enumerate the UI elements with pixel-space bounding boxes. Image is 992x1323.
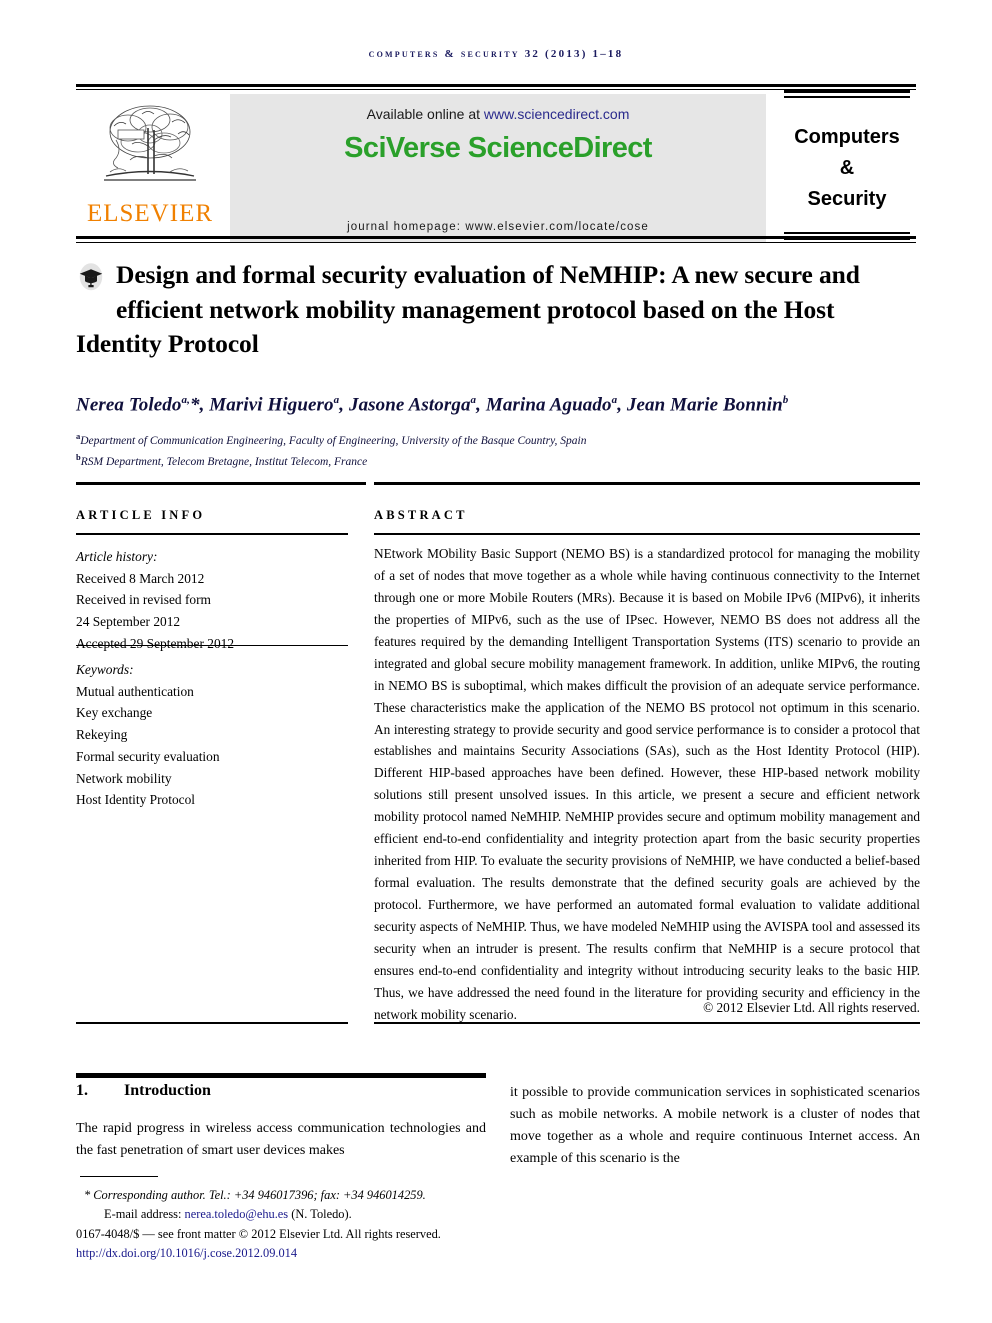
list-item: 24 September 2012 [76,614,181,630]
article-history-list: Received 8 March 2012 Received in revised… [76,568,358,655]
masthead-rule-bottom [76,236,916,239]
graduation-cap-icon [79,263,103,291]
abstract-copyright: © 2012 Elsevier Ltd. All rights reserved… [703,1000,920,1015]
list-item: Network mobility [76,770,172,786]
list-item: Received 8 March 2012 [76,570,205,586]
journal-name-line-1: Computers [794,125,900,148]
email-suffix: (N. Toledo). [288,1206,352,1221]
article-info-rule-top [76,482,366,485]
journal-title-box: Computers & Security [778,90,916,242]
body-column-right: it possible to provide communication ser… [510,1085,920,1167]
email-address-link[interactable]: nerea.toledo@ehu.es [185,1207,289,1221]
corresponding-author-note: * Corresponding author. Tel.: +34 946017… [84,1188,426,1202]
running-head: Computers & Security 32 (2013) 1–18 [368,48,624,60]
section-number: 1. [76,1082,88,1099]
article-info-rule-mid [76,645,348,647]
issn-copyright-line: 0167-4048/$ — see front matter © 2012 El… [76,1226,441,1241]
journal-box-rule-bottom-thin [784,232,910,234]
abstract-rule-top [374,482,920,485]
affiliation-b-text: RSM Department, Telecom Bretagne, Instit… [80,455,368,468]
list-item: Rekeying [76,727,128,743]
doi-link[interactable]: http://dx.doi.org/10.1016/j.cose.2012.09… [76,1244,546,1263]
page-footer: * Corresponding author. Tel.: +34 946017… [76,1186,546,1262]
sciverse-word: SciVerse [344,132,461,164]
keywords-list: Mutual authentication Key exchange Rekeyin… [76,681,358,811]
list-item: Received in revised form [76,592,211,608]
list-item: Accepted 29 September 2012 [76,635,235,651]
available-online-line: Available online at www.sciencedirect.co… [367,106,630,122]
masthead-rule-top [76,84,916,87]
affiliation-a-text: Department of Communication Engineering,… [80,434,587,447]
article-info-rule-bottom [76,1022,348,1024]
journal-name-line-3: Security [807,187,887,210]
abstract-text: NEtwork MObility Basic Support (NEMO BS)… [374,546,920,1022]
sciencedirect-url[interactable]: www.sciencedirect.com [484,106,630,122]
affiliation-b: bRSM Department, Telecom Bretagne, Insti… [76,451,921,472]
article-info-heading: ARTICLE INFO [76,508,206,522]
list-item: Host Identity Protocol [76,792,196,808]
author-list: Nerea Toledoa,*, Marivi Higueroa, Jasone… [76,394,789,416]
sciencedirect-word: ScienceDirect [467,132,653,164]
footnote-rule [80,1176,158,1178]
sciverse-sciencedirect-logo: SciVerse ScienceDirect [344,132,652,165]
email-line: E-mail address: nerea.toledo@ehu.es (N. … [76,1205,546,1224]
list-item: Mutual authentication [76,683,194,699]
page-title: Design and formal security evaluation of… [76,260,860,359]
section-rule [76,1073,486,1078]
journal-masthead: ELSEVIER Available online at www.science… [76,84,916,243]
elsevier-tree-icon [104,105,196,181]
list-item: Key exchange [76,705,153,721]
elsevier-wordmark: ELSEVIER [86,200,214,227]
keywords-block: Keywords: Mutual authentication Key excha… [76,659,358,811]
section-heading: 1. Introduction [76,1082,486,1100]
sciencedirect-banner: Available online at www.sciencedirect.co… [230,94,766,242]
email-label: E-mail address: [104,1206,185,1221]
affiliation-a: aDepartment of Communication Engineering… [76,430,921,451]
abstract-rule-under [374,533,920,535]
masthead-rule-bottom-thin [76,242,916,243]
journal-box-rule-top-thin [784,96,910,98]
keywords-label: Keywords: [76,662,134,677]
journal-homepage-line[interactable]: journal homepage: www.elsevier.com/locat… [230,221,766,233]
elsevier-logo: ELSEVIER [76,94,224,242]
article-history-block: Article history: Received 8 March 2012 Re… [76,546,358,655]
abstract-heading: ABSTRACT [374,508,468,522]
list-item: Formal security evaluation [76,748,220,764]
journal-name-line-2: & [839,156,855,179]
article-history-label: Article history: [76,549,158,564]
abstract-rule-bottom [374,1022,920,1024]
article-first-page: Computers & Security 32 (2013) 1–18 [0,0,992,1323]
available-online-text: Available online at [366,106,484,122]
section-title: Introduction [124,1082,211,1099]
journal-box-rule-top-thick [784,90,910,93]
title-block: Design and formal security evaluation of… [76,258,921,362]
article-info-rule-under [76,533,348,535]
body-column-left: The rapid progress in wireless access co… [76,1121,486,1159]
affiliations: aDepartment of Communication Engineering… [76,430,921,471]
